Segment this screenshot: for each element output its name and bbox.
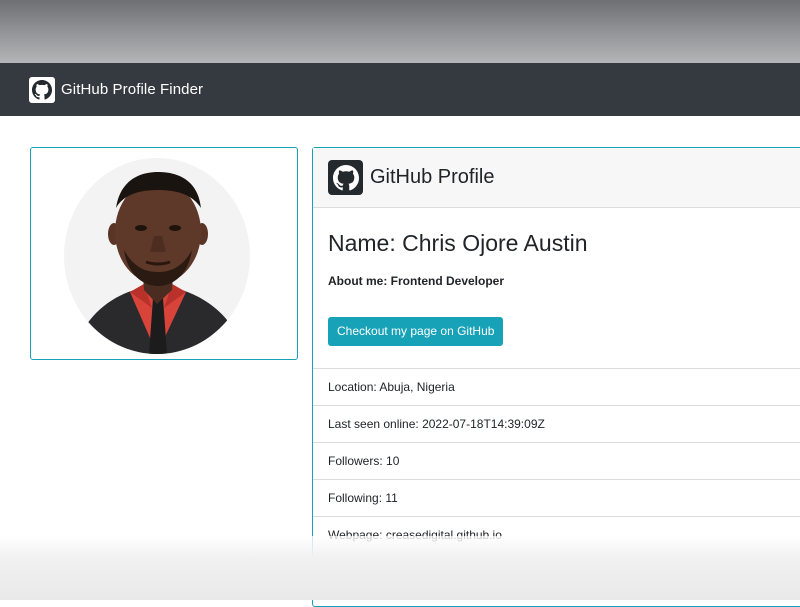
last-seen-item: Last seen online: 2022-07-18T14:39:09Z (313, 406, 800, 443)
github-icon (328, 160, 363, 195)
profile-photo-card (30, 147, 298, 360)
following-item: Following: 11 (313, 480, 800, 517)
profile-name: Name: Chris Ojore Austin (328, 230, 588, 256)
github-page-button[interactable]: Checkout my page on GitHub (328, 317, 504, 346)
page-top-gradient (0, 0, 800, 63)
profile-card-body: Name: Chris Ojore Austin About me: Front… (313, 208, 800, 368)
github-icon (29, 76, 55, 103)
navbar-brand[interactable]: GitHub Profile Finder (29, 76, 204, 103)
navbar-title: GitHub Profile Finder (61, 81, 204, 98)
profile-card-title: GitHub Profile (370, 166, 495, 188)
profile-details-list: Location: Abuja, Nigeria Last seen onlin… (313, 368, 800, 554)
profile-card-header: GitHub Profile (313, 148, 800, 208)
profile-about: About me: Frontend Developer (328, 274, 505, 288)
page-bottom-gradient (0, 536, 800, 600)
profile-avatar (64, 158, 250, 354)
followers-item: Followers: 10 (313, 443, 800, 480)
location-item: Location: Abuja, Nigeria (313, 369, 800, 406)
navbar: GitHub Profile Finder (0, 63, 800, 116)
